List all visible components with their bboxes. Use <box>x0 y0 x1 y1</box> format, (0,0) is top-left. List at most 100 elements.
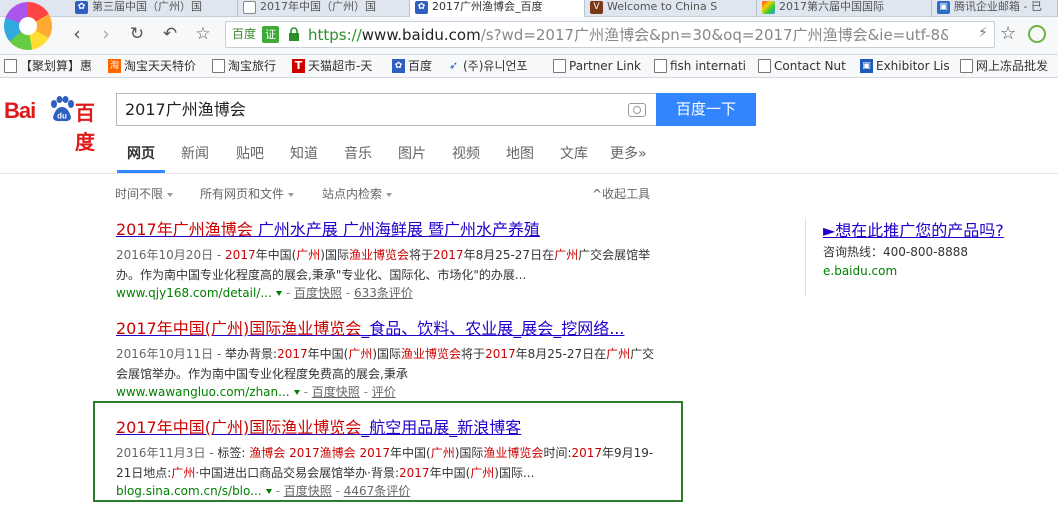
bookmark-item[interactable]: ✿ 百度 <box>392 58 432 74</box>
keyword-highlight: 广州 <box>296 248 321 262</box>
result-url[interactable]: www.qjy168.com/detail/... <box>116 286 272 300</box>
text-segment: 年8月25-27日在 <box>463 248 555 262</box>
browser-tab-strip: ✿ 第三届中国（广州）国 2017年中国（广州）国 ✿ 2017广州渔博会_百度… <box>0 0 1058 17</box>
v-logo-icon: V <box>590 1 603 14</box>
tab-video[interactable]: 视频 <box>452 145 480 163</box>
result-url[interactable]: www.wawangluo.com/zhan... <box>116 385 290 399</box>
baidu-logo[interactable]: Bai du 百度 <box>4 93 108 154</box>
bookmark-star-icon[interactable]: ☆ <box>192 23 214 45</box>
dropdown-arrow-icon[interactable] <box>293 390 300 395</box>
separator: - <box>285 286 294 300</box>
page-icon <box>553 59 566 73</box>
text-segment: )国际 <box>320 248 349 262</box>
filetype-filter[interactable]: 所有网页和文件 <box>200 186 295 203</box>
search-tabs: 网页 新闻 贴吧 知道 音乐 图片 视频 地图 文库 更多» <box>0 134 1058 174</box>
ad-phone-number: 400-800-8888 <box>883 245 969 259</box>
browser-tab-active[interactable]: ✿ 2017广州渔博会_百度 <box>410 0 585 17</box>
result-url-line: www.wawangluo.com/zhan... - 百度快照 - 评价 <box>116 384 396 400</box>
browser-tab[interactable]: ✿ 第三届中国（广州）国 <box>70 0 238 17</box>
bookmark-label: Contact Nut <box>774 59 846 73</box>
url-scheme: https:// <box>308 26 362 44</box>
site-filter[interactable]: 站点内检索 <box>322 186 393 203</box>
bookmark-item[interactable]: Contact Nut <box>758 58 846 74</box>
tab-music[interactable]: 音乐 <box>344 145 372 163</box>
taobao-icon: 淘 <box>108 59 121 73</box>
search-result: 2017年中国(广州)国际渔业博览会_食品、饮料、农业展_展会_挖网络... 2… <box>116 319 676 404</box>
bookmark-item[interactable]: 淘淘宝天天特价 <box>108 58 196 74</box>
search-button[interactable]: 百度一下 <box>656 93 756 126</box>
reload-icon[interactable]: ↻ <box>126 23 148 45</box>
ad-phone: 咨询热线：400-800-8888 <box>823 244 968 260</box>
ad-title-link[interactable]: ►想在此推广您的产品吗? <box>823 221 1004 241</box>
separator: - <box>341 286 354 300</box>
forward-icon[interactable]: › <box>95 23 117 45</box>
ad-phone-label: 咨询热线： <box>823 245 884 259</box>
snapshot-link[interactable]: 百度快照 <box>312 385 360 399</box>
bookmark-item[interactable]: 网上冻品批发 <box>960 58 1048 74</box>
camera-icon[interactable] <box>628 103 646 117</box>
mail-icon: ▣ <box>937 1 950 14</box>
address-badge[interactable]: 百度 <box>232 26 256 43</box>
bookmark-item[interactable]: ➶ (주)유니언포 <box>447 58 528 74</box>
result-title-link[interactable]: 2017年中国(广州)国际渔业博览会_食品、饮料、农业展_展会_挖网络... <box>116 319 624 339</box>
highlight-box <box>93 401 683 502</box>
paw-icon: du <box>51 96 74 122</box>
keyword-highlight: 2017年中国(广州)国际渔业博览会 <box>116 319 362 338</box>
snapshot-link[interactable]: 百度快照 <box>294 286 342 300</box>
tab-more[interactable]: 更多» <box>610 145 647 163</box>
logo-bai-text: Bai <box>4 98 36 123</box>
lock-icon[interactable] <box>288 27 300 42</box>
search-result: 2017年广州渔博会 广州水产展 广州海鲜展 暨广州水产养殖 2016年10月2… <box>116 220 676 305</box>
search-input[interactable]: 2017广州渔博会 <box>116 93 656 126</box>
bookmark-item[interactable]: T 天猫超市-天 <box>292 58 372 74</box>
ad-url[interactable]: e.baidu.com <box>823 263 897 279</box>
undo-icon[interactable]: ↶ <box>159 23 181 45</box>
bookmark-item[interactable]: 淘宝旅行 <box>212 58 276 74</box>
lightning-icon[interactable]: ⚡ <box>978 25 988 41</box>
dropdown-arrow-icon[interactable] <box>275 291 282 296</box>
tab-images[interactable]: 图片 <box>398 145 426 163</box>
browser-tab[interactable]: 2017第六届中国国际 <box>757 0 932 17</box>
browser-tab[interactable]: V Welcome to China S <box>585 0 757 17</box>
address-bar[interactable]: 百度 证 https://www.baidu.com/s?wd=2017广州渔博… <box>225 21 995 48</box>
bookmark-label: 淘宝天天特价 <box>124 59 197 73</box>
browser-tab[interactable]: 2017年中国（广州）国 <box>238 0 410 17</box>
tab-wenku[interactable]: 文库 <box>560 145 588 163</box>
fish-icon: ➶ <box>448 59 459 72</box>
favorite-star-icon[interactable]: ☆ <box>1000 23 1016 44</box>
bookmark-item[interactable]: fish internati <box>654 58 746 74</box>
reviews-link[interactable]: 633条评价 <box>354 286 413 300</box>
site-filter-label: 站点内检索 <box>322 187 383 201</box>
bookmark-item[interactable]: ▣ Exhibitor Lis <box>860 58 950 74</box>
bookmark-item[interactable]: Partner Link <box>553 58 641 74</box>
result-date: 2016年10月20日 - <box>116 248 226 262</box>
search-tools: 时间不限 所有网页和文件 站点内检索 ^收起工具 <box>0 186 1058 206</box>
tab-map[interactable]: 地图 <box>506 145 534 163</box>
tab-tieba[interactable]: 贴吧 <box>236 145 264 163</box>
search-query-text[interactable]: 2017广州渔博会 <box>125 100 246 120</box>
certificate-badge[interactable]: 证 <box>262 26 279 43</box>
tab-web[interactable]: 网页 <box>127 145 155 163</box>
keyword-highlight: 2017 <box>225 248 256 262</box>
browser-tab-label: 腾讯企业邮箱 - 已 <box>954 0 1042 13</box>
filetype-filter-label: 所有网页和文件 <box>200 187 285 201</box>
url-text[interactable]: https://www.baidu.com/s?wd=2017广州渔博会&pn=… <box>308 25 948 45</box>
result-date: 2016年10月11日 - <box>116 347 226 361</box>
browser-tab[interactable]: ▣ 腾讯企业邮箱 - 已 <box>932 0 1058 17</box>
collapse-tools-button[interactable]: ^收起工具 <box>592 186 650 203</box>
result-url-line: www.qjy168.com/detail/... - 百度快照 - 633条评价 <box>116 285 413 301</box>
bookmark-item[interactable]: 【聚划算】惠 <box>4 58 92 74</box>
back-icon[interactable]: ‹ <box>66 23 88 45</box>
profile-icon[interactable] <box>1028 25 1046 43</box>
paw-icon: ✿ <box>75 1 88 14</box>
text-segment: 广州水产展 广州海鲜展 暨广州水产养殖 <box>252 220 540 239</box>
reviews-link[interactable]: 评价 <box>372 385 396 399</box>
browser-logo-icon[interactable] <box>4 2 52 50</box>
page-icon <box>654 59 667 73</box>
tab-zhidao[interactable]: 知道 <box>290 145 318 163</box>
separator: - <box>303 385 312 399</box>
active-tab-underline <box>117 170 165 173</box>
tab-news[interactable]: 新闻 <box>181 145 209 163</box>
time-filter[interactable]: 时间不限 <box>115 186 174 203</box>
result-title-link[interactable]: 2017年广州渔博会 广州水产展 广州海鲜展 暨广州水产养殖 <box>116 220 540 240</box>
